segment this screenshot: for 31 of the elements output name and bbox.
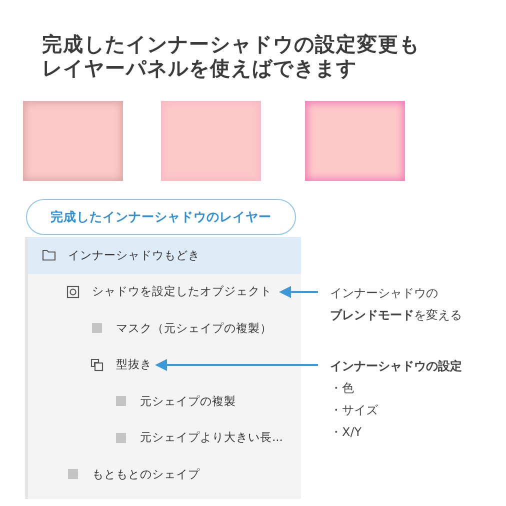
heading: レイヤーパネルを使えばできます (42, 56, 358, 80)
annotation-text: ブレンドモードを変える (330, 306, 462, 324)
arrow (278, 284, 318, 299)
annotation-text: インナーシャドウの (330, 284, 439, 302)
layer-row[interactable]: 元シェイプの複製 (28, 383, 301, 420)
square-icon (66, 467, 80, 482)
square-icon (90, 321, 104, 336)
overlap-icon (90, 358, 104, 372)
layer-name: シャドウを設定したオブジェクト (92, 284, 272, 300)
bullet-item: ・色 (330, 380, 355, 397)
layer-name: 型抜き (116, 357, 152, 372)
layer-name: インナーシャドウもどき (68, 248, 200, 263)
layer-row[interactable]: マスク（元シェイプの複製） (28, 310, 301, 346)
layer-row[interactable]: もともとのシェイプ (28, 456, 301, 492)
bullet-item: ・サイズ (330, 402, 379, 419)
layer-row[interactable]: 型抜き (28, 346, 301, 383)
layer-row[interactable]: 元シェイプより大きい長... (28, 420, 301, 456)
layer-name: 元シェイプの複製 (140, 394, 236, 409)
square-icon (114, 394, 128, 408)
layer-row[interactable]: インナーシャドウもどき (28, 237, 301, 274)
annotation-text: インナーシャドウの設定 (330, 358, 462, 375)
bullet-item: ・X/Y (330, 424, 363, 441)
square-icon (114, 430, 128, 445)
layer-name: もともとのシェイプ (92, 466, 200, 482)
layer-row[interactable]: シャドウを設定したオブジェクト (28, 274, 301, 310)
layer-name: マスク（元シェイプの複製） (116, 320, 272, 336)
target-icon (66, 284, 80, 299)
folder-icon (42, 248, 56, 262)
heading: 完成したインナーシャドウの設定変更も (42, 32, 421, 56)
panel-label: 完成したインナーシャドウのレイヤー (26, 199, 296, 235)
layer-name: 元シェイプより大きい長... (140, 430, 283, 446)
